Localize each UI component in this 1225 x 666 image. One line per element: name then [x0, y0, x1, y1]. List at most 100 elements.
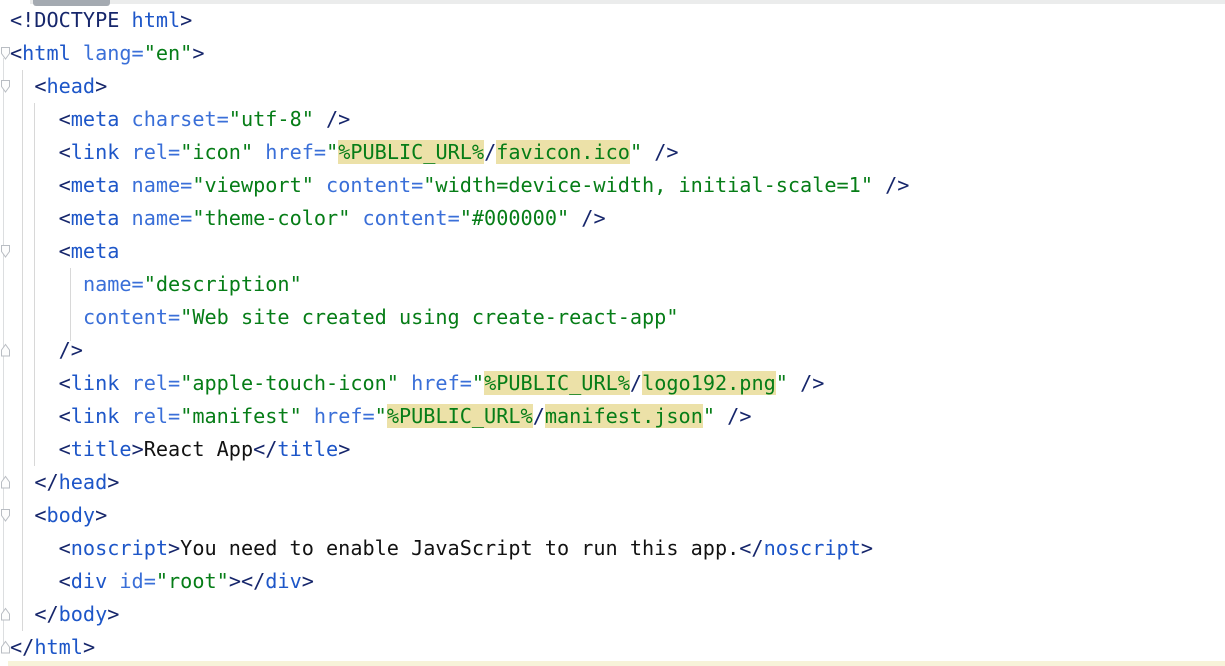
- code-line[interactable]: <!DOCTYPE html>: [10, 4, 1225, 37]
- code-editor-area[interactable]: <!DOCTYPE html><html lang="en"> <head> <…: [10, 4, 1225, 666]
- code-token: html: [34, 635, 83, 659]
- code-token: content=: [314, 173, 423, 197]
- code-line[interactable]: <title>React App</title>: [10, 433, 1225, 466]
- code-token: "viewport": [192, 173, 314, 197]
- code-line[interactable]: <meta name="theme-color" content="#00000…: [10, 202, 1225, 235]
- code-token: [10, 602, 34, 626]
- code-token: head: [46, 74, 95, 98]
- code-token: [10, 569, 59, 593]
- code-token: >: [132, 437, 144, 461]
- code-token: [10, 206, 59, 230]
- code-token: meta: [71, 239, 120, 263]
- code-line[interactable]: </html>: [10, 631, 1225, 664]
- code-token: href=: [302, 404, 375, 428]
- code-token: "apple-touch-icon": [180, 371, 399, 395]
- code-token: body: [59, 602, 108, 626]
- code-token: [10, 140, 59, 164]
- code-token: html: [22, 41, 71, 65]
- code-token: </: [34, 602, 58, 626]
- code-token: "utf-8": [229, 107, 314, 131]
- code-line[interactable]: <link rel="apple-touch-icon" href="%PUBL…: [10, 367, 1225, 400]
- code-token: html: [132, 8, 181, 32]
- code-token: id=: [107, 569, 156, 593]
- code-token: div: [265, 569, 301, 593]
- code-token: meta: [71, 107, 120, 131]
- code-token: [10, 503, 34, 527]
- code-token: href=: [399, 371, 472, 395]
- code-token: "root": [156, 569, 229, 593]
- code-token: link: [71, 371, 120, 395]
- code-token: content=: [83, 305, 180, 329]
- code-token: /: [484, 140, 496, 164]
- code-token: rel=: [119, 140, 180, 164]
- code-line[interactable]: <head>: [10, 70, 1225, 103]
- code-token: [10, 338, 59, 362]
- code-token: >: [107, 602, 119, 626]
- template-variable-token: favicon.ico: [496, 140, 630, 164]
- code-token: <: [59, 536, 71, 560]
- code-token: [10, 404, 59, 428]
- code-line[interactable]: <meta name="viewport" content="width=dev…: [10, 169, 1225, 202]
- code-token: />: [569, 206, 605, 230]
- code-line[interactable]: <meta: [10, 235, 1225, 268]
- code-token: >: [192, 41, 204, 65]
- code-token: content=: [350, 206, 459, 230]
- code-token: </: [739, 536, 763, 560]
- code-token: link: [71, 404, 120, 428]
- code-token: [10, 107, 59, 131]
- code-token: "theme-color": [192, 206, 350, 230]
- code-token: ": [472, 371, 484, 395]
- code-token: <: [59, 239, 71, 263]
- code-token: />: [314, 107, 350, 131]
- code-token: "icon": [180, 140, 253, 164]
- code-token: <: [59, 404, 71, 428]
- code-line[interactable]: <link rel="icon" href="%PUBLIC_URL%/favi…: [10, 136, 1225, 169]
- code-line[interactable]: <div id="root"></div>: [10, 565, 1225, 598]
- code-token: [10, 74, 34, 98]
- highlighted-line-partial: [8, 661, 1225, 666]
- code-token: </: [253, 437, 277, 461]
- code-line[interactable]: content="Web site created using create-r…: [10, 301, 1225, 334]
- template-variable-token: %PUBLIC_URL%: [484, 371, 630, 395]
- code-token: >: [338, 437, 350, 461]
- code-token: [10, 536, 59, 560]
- code-token: div: [71, 569, 107, 593]
- code-token: [10, 371, 59, 395]
- code-token: "width=device-width, initial-scale=1": [423, 173, 873, 197]
- code-token: "en": [144, 41, 193, 65]
- code-line[interactable]: <link rel="manifest" href="%PUBLIC_URL%/…: [10, 400, 1225, 433]
- code-token: "Web site created using create-react-app…: [180, 305, 678, 329]
- code-token: <: [34, 74, 46, 98]
- code-token: <: [59, 173, 71, 197]
- code-token: ": [375, 404, 387, 428]
- code-line[interactable]: name="description": [10, 268, 1225, 301]
- code-token: >: [302, 569, 314, 593]
- template-variable-token: %PUBLIC_URL%: [338, 140, 484, 164]
- code-token: <: [59, 140, 71, 164]
- code-token: >: [83, 635, 95, 659]
- code-line[interactable]: </body>: [10, 598, 1225, 631]
- code-token: >: [180, 8, 192, 32]
- code-line[interactable]: </head>: [10, 466, 1225, 499]
- code-token: href=: [253, 140, 326, 164]
- code-token: "#000000": [460, 206, 569, 230]
- template-variable-token: %PUBLIC_URL%: [387, 404, 533, 428]
- code-token: />: [642, 140, 678, 164]
- code-token: noscript: [71, 536, 168, 560]
- template-variable-token: manifest.json: [545, 404, 703, 428]
- code-token: [10, 437, 59, 461]
- code-token: <: [59, 107, 71, 131]
- code-token: name=: [83, 272, 144, 296]
- code-line[interactable]: <html lang="en">: [10, 37, 1225, 70]
- code-line[interactable]: <body>: [10, 499, 1225, 532]
- code-token: [10, 173, 59, 197]
- code-token: />: [59, 338, 83, 362]
- code-token: >: [95, 503, 107, 527]
- code-token: ": [703, 404, 715, 428]
- code-line[interactable]: <meta charset="utf-8" />: [10, 103, 1225, 136]
- code-token: <: [34, 503, 46, 527]
- code-token: ": [630, 140, 642, 164]
- code-line[interactable]: <noscript>You need to enable JavaScript …: [10, 532, 1225, 565]
- code-token: name=: [119, 173, 192, 197]
- code-line[interactable]: />: [10, 334, 1225, 367]
